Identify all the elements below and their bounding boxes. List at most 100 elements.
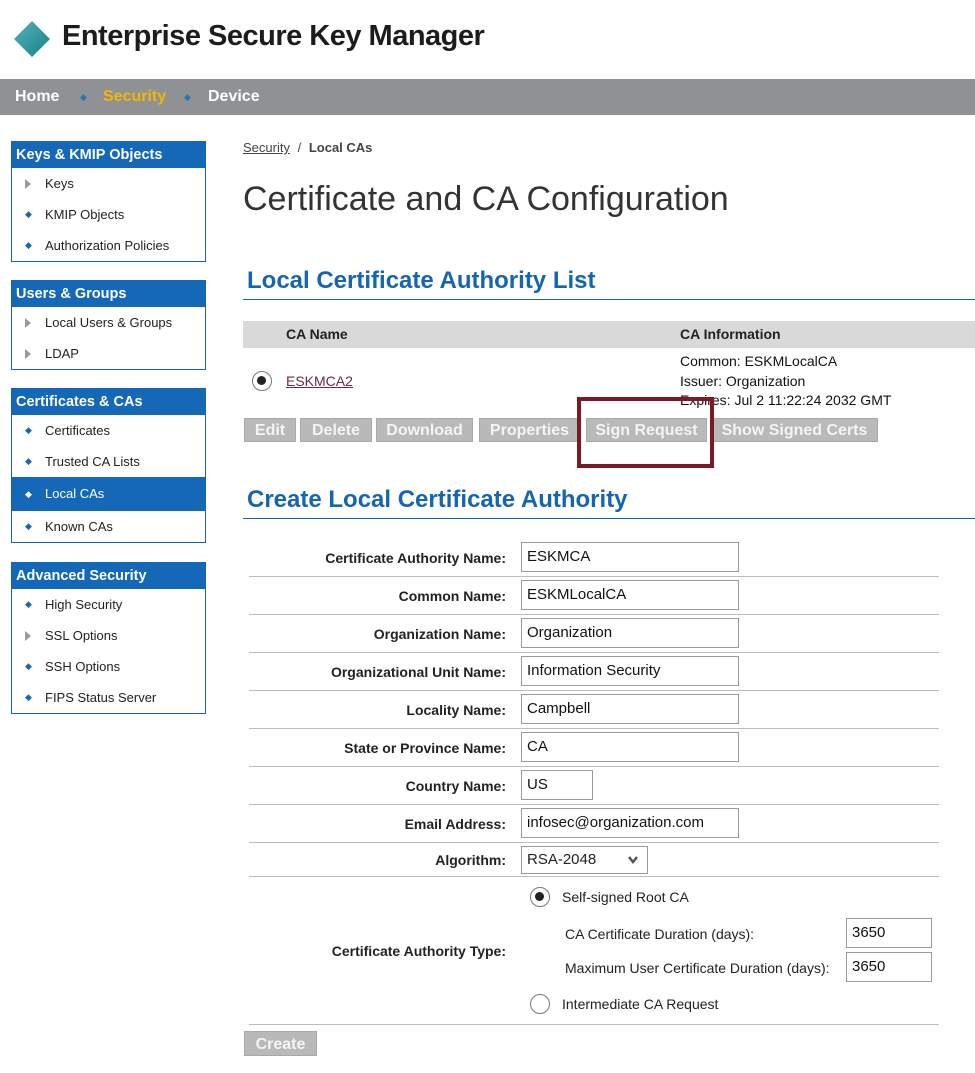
sidebar-item-keys[interactable]: Keys xyxy=(12,168,205,199)
nav-device[interactable]: Device xyxy=(208,79,260,115)
sidebar-item-trusted-ca-lists[interactable]: ◆ Trusted CA Lists xyxy=(12,446,205,477)
sidebar-item-label: Local CAs xyxy=(45,486,105,501)
sidebar-group-title: Advanced Security xyxy=(12,563,205,589)
sidebar-group-advanced-security: Advanced Security ◆ High Security SSL Op… xyxy=(11,562,206,714)
ca-info-common: Common: ESKMLocalCA xyxy=(680,353,838,369)
sidebar-item-ssl-options[interactable]: SSL Options xyxy=(12,620,205,651)
ca-name-link[interactable]: ESKMCA2 xyxy=(286,373,353,389)
algorithm-selected-value: RSA-2048 xyxy=(527,851,597,868)
sidebar-item-authorization-policies[interactable]: ◆ Authorization Policies xyxy=(12,230,205,261)
app-header: Enterprise Secure Key Manager xyxy=(0,0,975,78)
chevron-down-icon xyxy=(628,856,638,865)
ca-duration-label: CA Certificate Duration (days): xyxy=(565,926,755,942)
bullet-icon: ◆ xyxy=(25,599,32,609)
algorithm-select[interactable]: RSA-2048 xyxy=(521,846,648,874)
delete-button[interactable]: Delete xyxy=(300,418,372,442)
country-name-input[interactable]: US xyxy=(521,770,593,800)
sidebar-item-local-cas[interactable]: ◆ Local CAs xyxy=(12,477,205,511)
sidebar-group-title: Certificates & CAs xyxy=(12,389,205,415)
sidebar-item-label: KMIP Objects xyxy=(45,207,125,222)
label-organizational-unit: Organizational Unit Name: xyxy=(330,664,506,680)
sidebar-item-label: SSH Options xyxy=(45,659,121,674)
sidebar-group-certificates: Certificates & CAs ◆ Certificates ◆ Trus… xyxy=(11,388,206,543)
label-email-address: Email Address: xyxy=(404,816,506,832)
sidebar-item-label: LDAP xyxy=(45,346,79,361)
sidebar-item-fips-status-server[interactable]: ◆ FIPS Status Server xyxy=(12,682,205,713)
label-country-name: Country Name: xyxy=(405,778,506,794)
sidebar-item-kmip-objects[interactable]: ◆ KMIP Objects xyxy=(12,199,205,230)
organizational-unit-input[interactable]: Information Security xyxy=(521,656,739,686)
sidebar-group-users: Users & Groups Local Users & Groups LDAP xyxy=(11,280,206,370)
ca-info-expires: Expires: Jul 2 11:22:24 2032 GMT xyxy=(680,392,892,408)
bullet-icon: ◆ xyxy=(25,692,32,702)
breadcrumb-link-security[interactable]: Security xyxy=(243,140,290,155)
ca-select-radio[interactable] xyxy=(252,371,272,391)
max-user-duration-input[interactable]: 3650 xyxy=(846,952,932,982)
app-title: Enterprise Secure Key Manager xyxy=(62,20,485,52)
label-common-name: Common Name: xyxy=(398,588,506,604)
state-name-input[interactable]: CA xyxy=(521,732,739,762)
sidebar-item-label: High Security xyxy=(45,597,123,612)
sidebar-item-label: Trusted CA Lists xyxy=(45,454,140,469)
nav-home[interactable]: Home xyxy=(15,79,59,115)
ca-name-input[interactable]: ESKMCA xyxy=(521,542,739,572)
bullet-icon: ◆ xyxy=(25,521,32,531)
sidebar-item-high-security[interactable]: ◆ High Security xyxy=(12,589,205,620)
locality-name-input[interactable]: Campbell xyxy=(521,694,739,724)
expand-arrow-icon xyxy=(25,179,31,189)
bullet-icon: ◆ xyxy=(25,661,32,671)
sidebar-item-known-cas[interactable]: ◆ Known CAs xyxy=(12,511,205,542)
row-divider xyxy=(249,614,939,615)
sidebar-item-label: SSL Options xyxy=(45,628,118,643)
row-divider xyxy=(249,652,939,653)
bullet-icon: ◆ xyxy=(25,425,32,435)
ca-duration-input[interactable]: 3650 xyxy=(846,918,932,948)
create-button[interactable]: Create xyxy=(244,1031,317,1056)
self-signed-root-radio[interactable] xyxy=(530,887,550,907)
common-name-input[interactable]: ESKMLocalCA xyxy=(521,580,739,610)
expand-arrow-icon xyxy=(25,631,31,641)
properties-button[interactable]: Properties xyxy=(479,418,580,442)
self-signed-root-label: Self-signed Root CA xyxy=(562,889,689,905)
ca-info-issuer: Issuer: Organization xyxy=(680,373,806,389)
expand-arrow-icon xyxy=(25,349,31,359)
section-title-ca-list: Local Certificate Authority List xyxy=(247,267,596,294)
bullet-icon: ◆ xyxy=(25,456,32,466)
sidebar-item-ldap[interactable]: LDAP xyxy=(12,338,205,369)
row-divider xyxy=(249,576,939,577)
section-divider xyxy=(243,518,975,519)
column-header-ca-information: CA Information xyxy=(680,326,781,342)
edit-button[interactable]: Edit xyxy=(244,418,296,442)
download-button[interactable]: Download xyxy=(376,418,473,442)
max-user-duration-label: Maximum User Certificate Duration (days)… xyxy=(565,960,830,976)
nav-separator-icon: ◆ xyxy=(80,92,87,102)
label-ca-type: Certificate Authority Type: xyxy=(331,943,506,959)
nav-security[interactable]: Security xyxy=(103,79,166,115)
sidebar-item-label: Authorization Policies xyxy=(45,238,170,253)
breadcrumb-current: Local CAs xyxy=(308,140,373,155)
row-divider xyxy=(249,766,939,767)
ca-table-header: CA Name CA Information xyxy=(243,321,975,348)
sidebar-item-local-users[interactable]: Local Users & Groups xyxy=(12,307,205,338)
email-address-input[interactable]: infosec@organization.com xyxy=(521,808,739,838)
expand-arrow-icon xyxy=(25,318,31,328)
sidebar-item-ssh-options[interactable]: ◆ SSH Options xyxy=(12,651,205,682)
section-title-create-ca: Create Local Certificate Authority xyxy=(247,486,628,513)
bullet-icon: ◆ xyxy=(25,209,32,219)
organization-name-input[interactable]: Organization xyxy=(521,618,739,648)
sidebar-item-label: FIPS Status Server xyxy=(45,690,157,705)
sidebar-item-certificates[interactable]: ◆ Certificates xyxy=(12,415,205,446)
row-divider xyxy=(249,804,939,805)
label-ca-name: Certificate Authority Name: xyxy=(325,550,506,566)
bullet-icon: ◆ xyxy=(25,240,32,250)
section-divider xyxy=(243,299,975,300)
sign-request-button[interactable]: Sign Request xyxy=(586,418,707,442)
show-signed-certs-button[interactable]: Show Signed Certs xyxy=(711,418,878,442)
nav-separator-icon: ◆ xyxy=(184,92,191,102)
bullet-icon: ◆ xyxy=(25,489,32,499)
sidebar-item-label: Local Users & Groups xyxy=(45,315,173,330)
breadcrumb-separator: / xyxy=(297,140,302,155)
sidebar-item-label: Certificates xyxy=(45,423,111,438)
intermediate-ca-radio[interactable] xyxy=(530,994,550,1014)
sidebar-group-title: Keys & KMIP Objects xyxy=(12,142,205,168)
